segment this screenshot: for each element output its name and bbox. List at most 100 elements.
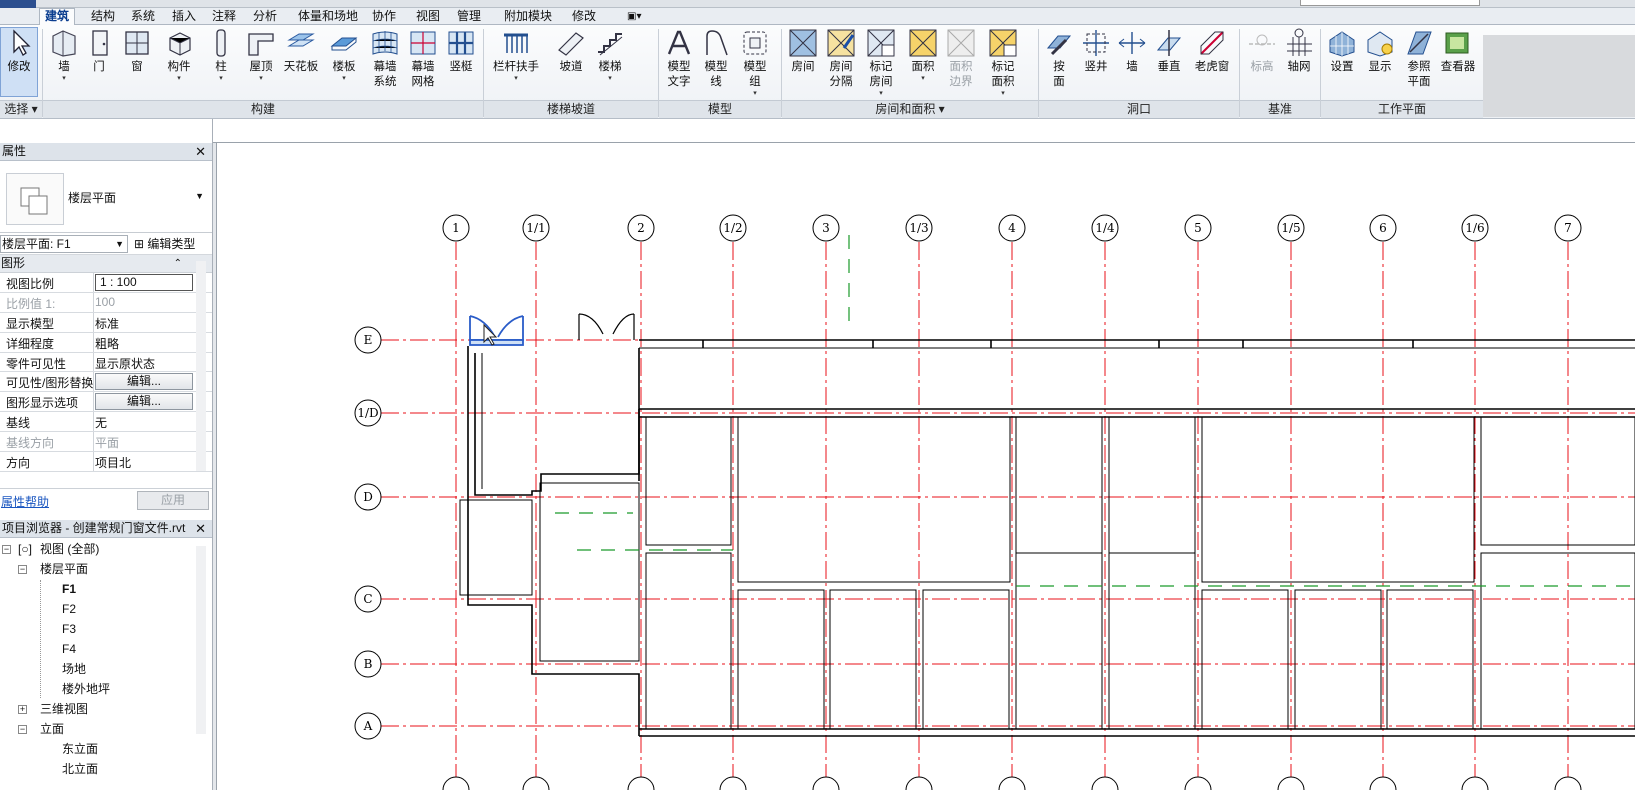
stair-button[interactable]: 楼梯 ▾ [594, 28, 626, 82]
column-button[interactable]: 柱 ▾ [206, 28, 236, 82]
tab-addins[interactable]: 附加模块 [499, 9, 557, 25]
vertical-opening-button[interactable]: 垂直 [1153, 28, 1185, 75]
grid-label-row: C [363, 592, 372, 606]
tab-collaborate[interactable]: 协作 [367, 9, 401, 25]
door-button[interactable]: 门 [86, 28, 112, 75]
shaft-button[interactable]: 竖井 [1079, 28, 1113, 75]
instance-dropdown-value: 楼层平面: F1 [2, 237, 71, 251]
wall-button[interactable]: 墙 ▾ [47, 28, 81, 82]
vg-edit-button[interactable]: 编辑... [95, 373, 193, 391]
panel-room-area-label[interactable]: 房间和面积 ▾ [782, 100, 1038, 118]
edit-type-button[interactable]: ⊞ 编辑类型 [134, 235, 195, 253]
collapse-icon[interactable]: − [2, 545, 11, 554]
model-group-button[interactable]: 模型 组 ▾ [738, 28, 772, 97]
tab-analyze[interactable]: 分析 [248, 9, 282, 25]
tree-item-exterior-grade[interactable]: 楼外地坪 [62, 680, 110, 699]
tag-room-button[interactable]: 标记 房间 ▾ [864, 28, 898, 97]
show-workplane-button[interactable]: 显示 [1363, 28, 1397, 75]
ramp-button[interactable]: 坡道 [555, 28, 587, 75]
area-button[interactable]: 面积 ▾ [906, 28, 940, 82]
prop-value[interactable]: 标准 [95, 315, 119, 332]
tree-item-north-elevation[interactable]: 北立面 [62, 760, 98, 779]
grid-label-row: D [363, 490, 373, 504]
roof-button[interactable]: 屋顶 ▾ [246, 28, 276, 82]
model-text-button[interactable]: 模型 文字 [664, 28, 694, 90]
grid-button[interactable]: 轴网 [1282, 28, 1316, 75]
prop-key: 显示模型 [6, 316, 55, 331]
instance-dropdown[interactable]: 楼层平面: F1 ▼ [0, 235, 128, 253]
tree-item-site[interactable]: 场地 [62, 660, 86, 679]
close-icon[interactable]: ✕ [195, 520, 206, 537]
collapse-icon[interactable]: ⌃ [174, 255, 182, 272]
drawing-area[interactable]: 1 1/1 2 1/2 3 1/3 4 1/4 5 1/5 6 1/6 7 E 1/D D C B A [213, 119, 1635, 790]
panel-opening-label: 洞口 [1039, 100, 1239, 118]
tab-view[interactable]: 视图 [411, 9, 445, 25]
tab-overflow[interactable]: ▣▾ [622, 9, 646, 25]
grid-label-column: 1 [452, 221, 460, 235]
prop-value[interactable]: 粗略 [95, 335, 119, 352]
browser-scrollbar[interactable] [196, 546, 206, 734]
prop-row-view-scale: 视图比例 1 : 100 [0, 273, 212, 293]
graphic-display-edit-button[interactable]: 编辑... [95, 393, 193, 411]
floor-plan-canvas[interactable]: 1 1/1 2 1/2 3 1/3 4 1/4 5 1/5 6 1/6 7 E 1/D D C B A [213, 119, 1635, 790]
tree-item-f4[interactable]: F4 [62, 640, 76, 659]
prop-value[interactable]: 显示原状态 [95, 355, 155, 372]
prop-value[interactable]: 无 [95, 414, 107, 431]
properties-help-link[interactable]: 属性帮助 [1, 493, 49, 510]
railing-button[interactable]: 栏杆扶手 ▾ [486, 28, 546, 82]
panel-select-label[interactable]: 选择 ▾ [0, 100, 42, 118]
app-menu-button[interactable] [0, 0, 36, 8]
tag-area-button[interactable]: 标记 面积 ▾ [986, 28, 1020, 97]
tab-systems[interactable]: 系统 [126, 9, 160, 25]
area-boundary-button[interactable]: 面积 边界 [944, 28, 978, 90]
floor-button[interactable]: 楼板 ▾ [326, 28, 362, 82]
prop-value[interactable]: 项目北 [95, 454, 131, 471]
search-field[interactable] [1300, 0, 1480, 6]
mullion-button[interactable]: 竖梃 [444, 28, 478, 75]
tab-modify[interactable]: 修改 [567, 9, 601, 25]
type-selector[interactable]: 楼层平面 ▼ [0, 161, 212, 233]
tree-item-f2[interactable]: F2 [62, 600, 76, 619]
prop-key: 可见性/图形替换 [6, 376, 94, 391]
viewer-button[interactable]: 查看器 [1438, 28, 1478, 75]
apply-button[interactable]: 应用 [137, 491, 209, 510]
graphics-group-header[interactable]: 图形 ⌃ [0, 255, 212, 273]
view-scale-input[interactable]: 1 : 100 [95, 274, 193, 291]
modify-button[interactable]: 修改 [0, 27, 38, 97]
ref-plane-icon [1404, 28, 1434, 58]
level-button[interactable]: 标高 [1245, 28, 1279, 75]
show-workplane-icon [1365, 28, 1395, 58]
room-separator-button[interactable]: 房间 分隔 [824, 28, 858, 90]
tab-architecture[interactable]: 建筑 [39, 8, 76, 26]
curtain-grid-button[interactable]: 幕墙 网格 [406, 28, 440, 90]
dormer-button[interactable]: 老虎窗 [1190, 28, 1234, 75]
properties-scrollbar[interactable] [196, 261, 206, 471]
tab-massing-site[interactable]: 体量和场地 [293, 9, 363, 25]
model-line-button[interactable]: 模型 线 [701, 28, 731, 90]
tab-annotate[interactable]: 注释 [207, 9, 241, 25]
collapse-icon[interactable]: − [18, 565, 27, 574]
grid-label-column: 7 [1564, 221, 1572, 235]
tree-item-east-elevation[interactable]: 东立面 [62, 740, 98, 759]
wall-opening-button[interactable]: 墙 [1117, 28, 1147, 75]
tab-structure[interactable]: 结构 [86, 9, 120, 25]
expand-icon[interactable]: + [18, 705, 27, 714]
room-button[interactable]: 房间 [786, 28, 820, 75]
ref-plane-button[interactable]: 参照 平面 [1402, 28, 1436, 90]
set-workplane-button[interactable]: 设置 [1325, 28, 1359, 75]
ceiling-button[interactable]: 天花板 [281, 28, 321, 75]
close-icon[interactable]: ✕ [195, 143, 206, 160]
tree-item-f1[interactable]: F1 [62, 580, 76, 599]
component-button[interactable]: 构件 ▾ [159, 28, 199, 82]
collapse-icon[interactable]: − [18, 725, 27, 734]
by-face-button[interactable]: 按 面 [1042, 28, 1076, 90]
floor-icon [329, 28, 359, 58]
chevron-down-icon[interactable]: ▼ [195, 191, 204, 201]
level-icon [1247, 28, 1277, 58]
tab-manage[interactable]: 管理 [452, 9, 486, 25]
curtain-system-button[interactable]: 幕墙 系统 [368, 28, 402, 90]
window-button[interactable]: 窗 [120, 28, 154, 75]
ribbon-empty-area [1483, 35, 1635, 117]
tab-insert[interactable]: 插入 [167, 9, 201, 25]
tree-item-f3[interactable]: F3 [62, 620, 76, 639]
